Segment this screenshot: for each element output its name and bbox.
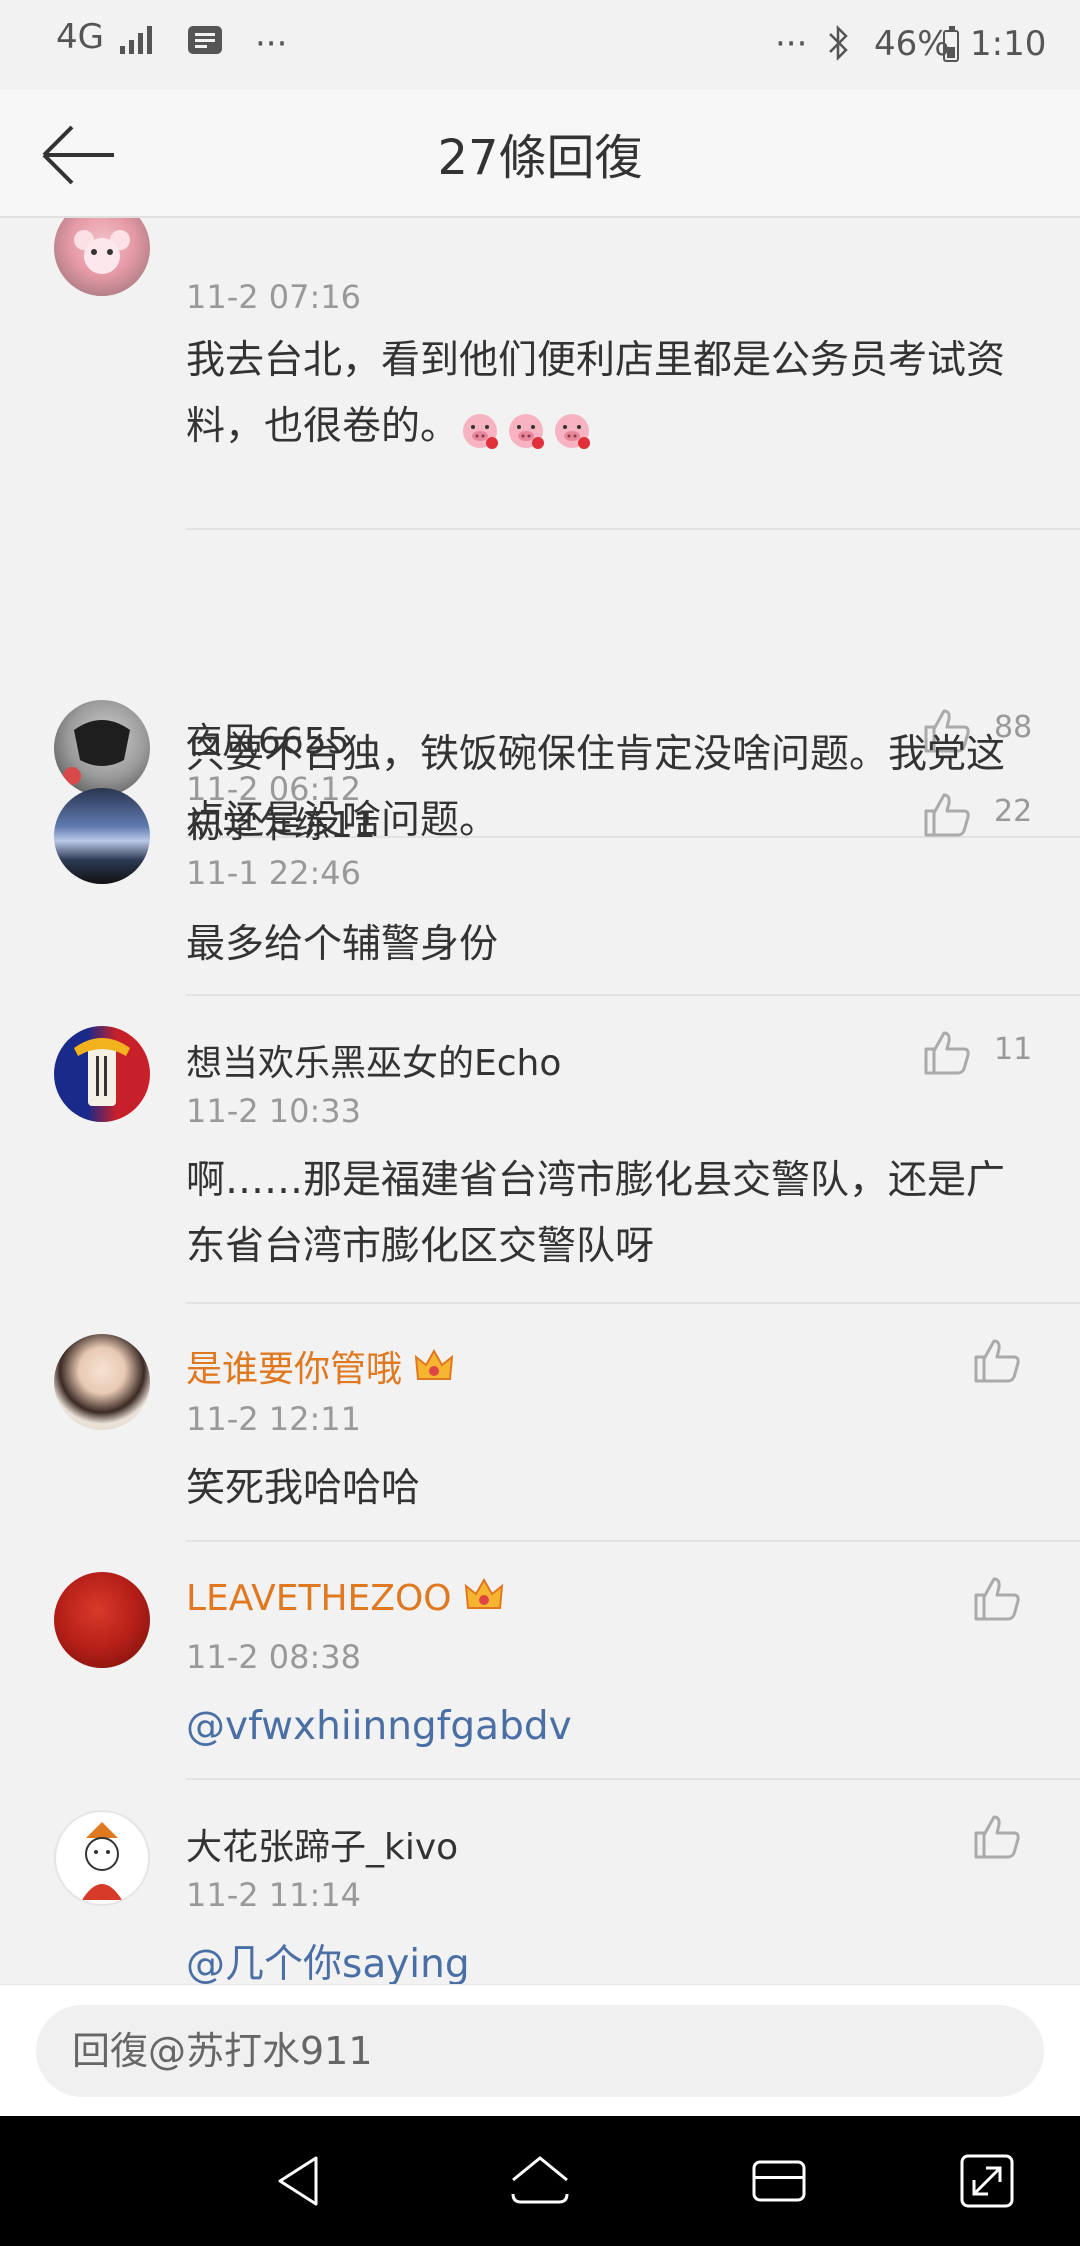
like-icon[interactable] (970, 1811, 1022, 1863)
avatar[interactable] (54, 700, 150, 796)
comment-author[interactable]: 初学乍练11 (186, 796, 376, 848)
comment-text: 啊……那是福建省台湾市膨化县交警队，还是广东省台湾市膨化区交警队呀 (186, 1158, 1006, 1269)
comment-time: 11-2 12:11 (186, 1400, 362, 1438)
message-icon (186, 24, 224, 67)
emoji-group (459, 396, 597, 462)
vip-crown-icon (414, 1349, 454, 1380)
comment-time: 11-1 22:46 (186, 854, 362, 892)
comment-author[interactable]: LEAVETHEZOO (186, 1578, 504, 1619)
comment-author[interactable]: 想当欢乐黑巫女的Echo (186, 1034, 561, 1086)
like-icon[interactable] (970, 1573, 1022, 1625)
like-icon[interactable] (970, 1335, 1022, 1387)
avatar[interactable] (54, 1026, 150, 1122)
comment-mention[interactable]: @vfwxhiinngfgabdv (186, 1694, 1036, 1760)
like-count: 11 (994, 1032, 1033, 1067)
avatar[interactable] (54, 1334, 150, 1430)
reply-input[interactable]: 回復@苏打水911 (36, 2005, 1044, 2097)
avatar[interactable] (54, 1810, 150, 1906)
comment-text: 最多给个辅警身份 (186, 922, 499, 967)
battery-percent: 46% (874, 24, 950, 64)
system-nav-bar (0, 2116, 1080, 2246)
author-name: 是谁要你管哦 (186, 1349, 403, 1390)
more-status-indicator: ··· (775, 24, 808, 64)
comment-divider (186, 994, 1080, 996)
bluetooth-icon (826, 24, 852, 71)
more-notifications-indicator: ··· (255, 24, 288, 64)
comment-time: 11-2 08:38 (186, 1638, 362, 1676)
comment-time: 11-2 10:33 (186, 1092, 362, 1130)
pig-emoji-icon (555, 414, 591, 449)
like-count: 22 (994, 794, 1033, 829)
nav-expand-icon[interactable] (956, 2150, 1018, 2212)
clock: 1:10 (970, 24, 1047, 64)
avatar[interactable] (54, 218, 150, 296)
status-bar: 4G ··· ··· 46% 1:10 (0, 0, 1080, 90)
comment-time: 11-2 07:16 (186, 278, 362, 316)
signal-bars-icon (118, 24, 158, 65)
comment-list[interactable]: 11-2 07:16 我去台北，看到他们便利店里都是公务员考试资料，也很卷的。 … (0, 218, 1080, 1984)
like-icon[interactable] (920, 789, 972, 841)
title-bar: 27條回復 (0, 90, 1080, 218)
comment-author[interactable]: 是谁要你管哦 (186, 1340, 454, 1392)
pig-emoji-icon (509, 414, 545, 449)
author-name: LEAVETHEZOO (186, 1578, 452, 1619)
network-indicator: 4G (56, 17, 104, 57)
comment-item[interactable]: 11-2 07:16 我去台北，看到他们便利店里都是公务员考试资料，也很卷的。 (0, 218, 1080, 530)
comment-divider (186, 1540, 1080, 1542)
reply-bar: 回復@苏打水911 (0, 1984, 1080, 2117)
page-title: 27條回復 (437, 130, 643, 186)
avatar[interactable] (54, 1572, 150, 1668)
pig-emoji-icon (463, 414, 499, 449)
comment-text: 我去台北，看到他们便利店里都是公务员考试资料，也很卷的。 (186, 328, 1036, 462)
comment-divider (186, 1778, 1080, 1780)
comment-mention[interactable]: @几个你saying (186, 1932, 1036, 1984)
battery-icon (943, 26, 959, 62)
comment-author[interactable]: 大花张蹄子_kivo (186, 1818, 458, 1870)
vip-crown-icon (464, 1578, 503, 1609)
nav-back-icon[interactable] (270, 2150, 332, 2212)
comment-divider (186, 1302, 1080, 1304)
nav-recents-icon[interactable] (748, 2150, 810, 2212)
nav-home-icon[interactable] (509, 2150, 571, 2212)
avatar[interactable] (54, 788, 150, 884)
like-icon[interactable] (920, 1027, 972, 1079)
comment-text: 笑死我哈哈哈 (186, 1466, 421, 1511)
comment-time: 11-2 11:14 (186, 1876, 362, 1914)
